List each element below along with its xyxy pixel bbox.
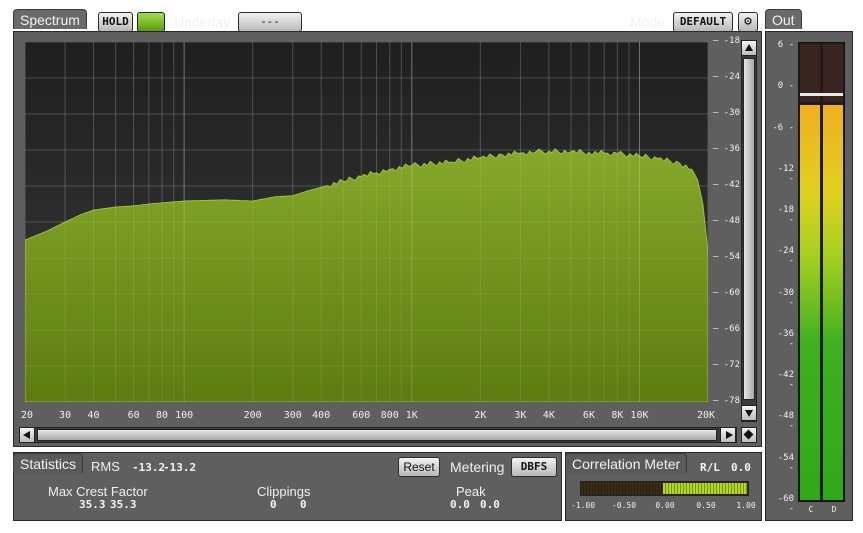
clippings-label: Clippings bbox=[257, 484, 311, 499]
meter-tick-label: 6 - bbox=[777, 40, 794, 50]
x-tick-label: 100 bbox=[175, 410, 194, 421]
x-tick-label: 30 bbox=[59, 410, 72, 421]
x-tick-label: 1K bbox=[405, 410, 418, 421]
correlation-meter bbox=[580, 481, 749, 496]
rms-value-right: -13.2 bbox=[163, 461, 197, 474]
spectrum-tab[interactable]: Spectrum bbox=[13, 9, 87, 29]
max-crest-value-left: 35.3 bbox=[79, 498, 106, 511]
horizontal-scroll-thumb[interactable] bbox=[37, 429, 717, 441]
spectrum-plot[interactable] bbox=[25, 42, 708, 402]
metering-label: Metering bbox=[450, 459, 505, 475]
max-crest-value-right: 35.3 bbox=[110, 498, 137, 511]
x-tick-label: 60 bbox=[127, 410, 140, 421]
meter-peak-hold bbox=[800, 93, 843, 97]
correlation-tick-label: -1.00 bbox=[570, 501, 596, 510]
correlation-tick-label: 0.00 bbox=[655, 501, 675, 510]
meter-tick-label: -60 - bbox=[777, 494, 794, 514]
peak-label: Peak bbox=[456, 484, 486, 499]
max-crest-label: Max Crest Factor bbox=[48, 484, 148, 499]
y-tick-label: – -36 bbox=[712, 144, 740, 154]
arrow-down-icon bbox=[745, 410, 753, 417]
diamond-icon bbox=[743, 429, 754, 440]
zoom-reset-button[interactable] bbox=[741, 427, 757, 443]
peak-value-left: 0.0 bbox=[450, 498, 470, 511]
x-tick-label: 4K bbox=[542, 410, 555, 421]
arrow-left-icon bbox=[23, 431, 30, 439]
x-tick-label: 40 bbox=[87, 410, 100, 421]
y-tick-label: – -42 bbox=[712, 180, 740, 190]
out-tab[interactable]: Out bbox=[765, 9, 802, 29]
y-tick-label: – -24 bbox=[712, 72, 740, 82]
channel-label-c: C bbox=[808, 505, 814, 514]
rms-value-left: -13.2 bbox=[132, 461, 166, 474]
x-tick-label: 800 bbox=[380, 410, 399, 421]
scroll-down-button[interactable] bbox=[741, 405, 757, 421]
meter-tick-label: -6 - bbox=[772, 122, 794, 133]
y-tick-label: – -72 bbox=[712, 360, 740, 370]
correlation-tick-label: 1.00 bbox=[736, 501, 756, 510]
rl-label: R/L bbox=[700, 461, 720, 474]
x-tick-label: 6K bbox=[582, 410, 595, 421]
scroll-up-button[interactable] bbox=[741, 40, 757, 56]
correlation-tab[interactable]: Correlation Meter bbox=[565, 453, 688, 473]
statistics-tab[interactable]: Statistics bbox=[13, 453, 84, 473]
meter-tick-label: -54 - bbox=[777, 452, 794, 473]
rl-value: 0.0 bbox=[731, 461, 751, 474]
y-tick-label: – -66 bbox=[712, 324, 740, 334]
correlation-tick-label: -0.50 bbox=[611, 501, 637, 510]
meter-tick-label: -30 - bbox=[777, 287, 794, 308]
x-tick-label: 200 bbox=[243, 410, 262, 421]
x-tick-label: 8K bbox=[611, 410, 624, 421]
x-tick-label: 3K bbox=[514, 410, 527, 421]
reset-button[interactable]: Reset bbox=[398, 457, 440, 477]
x-tick-label: 20 bbox=[20, 410, 34, 421]
correlation-fill bbox=[663, 483, 747, 494]
underlay-label: Underlay bbox=[174, 14, 231, 30]
gear-icon: ⚙ bbox=[744, 14, 752, 29]
meter-tick-label: 0 - bbox=[777, 81, 794, 92]
y-tick-label: – -30 bbox=[712, 108, 740, 118]
meter-tick-label: -24 - bbox=[777, 246, 794, 267]
meter-tick-label: -42 - bbox=[777, 370, 794, 391]
x-tick-label: 10K bbox=[630, 410, 649, 421]
scroll-right-button[interactable] bbox=[720, 427, 736, 443]
settings-button[interactable]: ⚙ bbox=[738, 12, 758, 32]
meter-fill bbox=[823, 105, 843, 500]
meter-channel-c bbox=[800, 44, 820, 500]
y-tick-label: – -78 bbox=[712, 396, 740, 406]
meter-tick-label: -48 - bbox=[777, 411, 794, 432]
x-tick-label: 2K bbox=[474, 410, 487, 421]
vertical-scroll-thumb[interactable] bbox=[743, 58, 755, 400]
peak-value-right: 0.0 bbox=[480, 498, 500, 511]
meter-fill bbox=[800, 105, 820, 500]
channel-label-d: D bbox=[831, 505, 837, 514]
plugin-window: Spectrum HOLD Underlay --- Mode DEFAULT … bbox=[0, 0, 863, 533]
clippings-value-left: 0 bbox=[270, 498, 277, 511]
x-tick-label: 20K bbox=[696, 410, 716, 421]
arrow-up-icon bbox=[745, 44, 753, 51]
meter-tick-label: -12 - bbox=[777, 163, 794, 184]
y-tick-label: – -54 bbox=[712, 252, 740, 262]
hold-led-toggle[interactable] bbox=[137, 12, 165, 32]
metering-select[interactable]: DBFS bbox=[511, 457, 557, 477]
hold-button[interactable]: HOLD bbox=[98, 12, 133, 32]
arrow-right-icon bbox=[726, 431, 733, 439]
x-tick-label: 400 bbox=[312, 410, 331, 421]
meter-tick-label: -18 - bbox=[777, 205, 794, 226]
mode-select[interactable]: DEFAULT bbox=[673, 12, 733, 32]
x-tick-label: 80 bbox=[156, 410, 169, 421]
rms-label: RMS bbox=[91, 459, 120, 474]
y-tick-label: – -18 bbox=[712, 36, 740, 46]
scroll-left-button[interactable] bbox=[19, 427, 35, 443]
y-tick-label: – -48 bbox=[712, 216, 740, 226]
clippings-value-right: 0 bbox=[300, 498, 307, 511]
meter-tick-label: -36 - bbox=[777, 328, 794, 349]
underlay-select[interactable]: --- bbox=[238, 12, 302, 32]
y-tick-label: – -60 bbox=[712, 288, 740, 298]
x-tick-label: 600 bbox=[352, 410, 371, 421]
x-tick-label: 300 bbox=[283, 410, 302, 421]
correlation-tick-label: 0.50 bbox=[696, 501, 716, 510]
mode-label: Mode bbox=[630, 14, 666, 30]
meter-channel-d bbox=[823, 44, 843, 500]
